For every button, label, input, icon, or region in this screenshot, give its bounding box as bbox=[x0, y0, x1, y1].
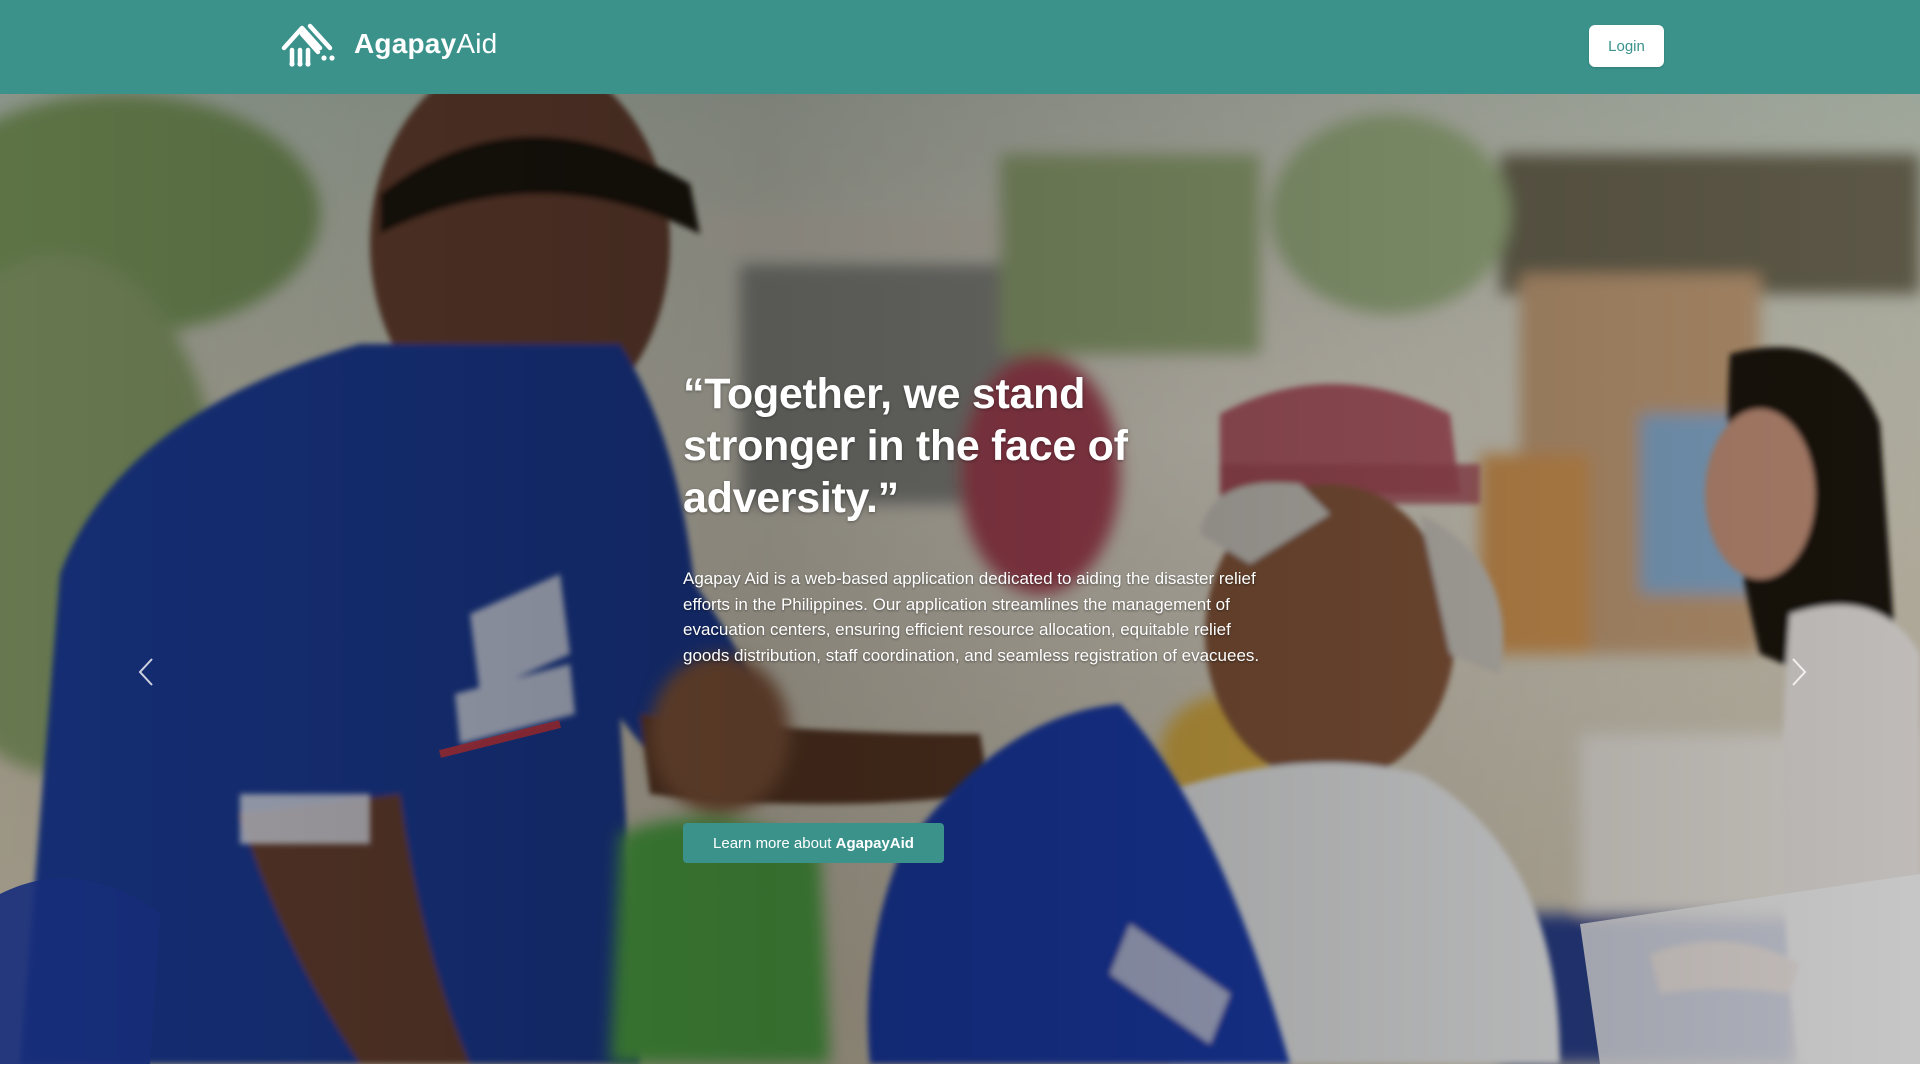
learn-more-button[interactable]: Learn more about AgapayAid bbox=[683, 823, 944, 863]
brand-name-regular: Aid bbox=[456, 28, 498, 59]
top-navbar: AgapayAid Login bbox=[0, 0, 1920, 94]
chevron-left-icon bbox=[138, 658, 153, 686]
hero-carousel: “Together, we stand stronger in the face… bbox=[0, 94, 1920, 1064]
learn-more-brand: AgapayAid bbox=[835, 834, 914, 852]
house-hands-icon bbox=[281, 23, 335, 67]
hero-description: Agapay Aid is a web-based application de… bbox=[683, 569, 1260, 665]
brand-name: AgapayAid bbox=[354, 28, 497, 60]
hero-caption: “Together, we stand stronger in the face… bbox=[683, 368, 1263, 668]
carousel-next-button[interactable] bbox=[1779, 650, 1819, 694]
brand-link[interactable]: AgapayAid bbox=[280, 18, 497, 70]
login-button[interactable]: Login bbox=[1589, 25, 1664, 67]
brand-name-bold: Agapay bbox=[354, 28, 457, 59]
chevron-right-icon bbox=[1792, 658, 1807, 686]
carousel-prev-button[interactable] bbox=[126, 650, 166, 694]
learn-more-prefix: Learn more about bbox=[713, 834, 836, 852]
page-bottom-strip bbox=[0, 1064, 1920, 1080]
hero-quote: “Together, we stand stronger in the face… bbox=[683, 370, 1128, 522]
